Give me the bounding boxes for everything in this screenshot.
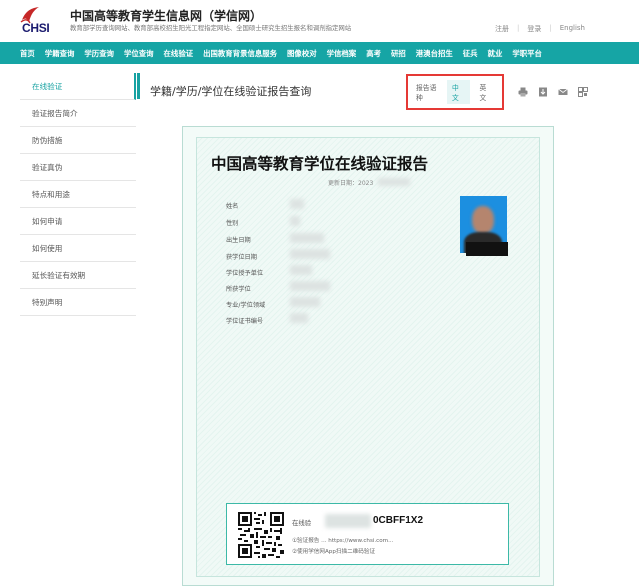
report-tools — [518, 87, 588, 97]
redacted-value — [290, 249, 330, 259]
redacted-value — [290, 281, 330, 291]
redacted-value — [290, 313, 308, 323]
nav-item-gaokao[interactable]: 高考 — [366, 48, 381, 59]
sidebar-item-special-statement[interactable]: 特别声明 — [20, 289, 136, 316]
field-label-gender: 性别 — [226, 220, 239, 227]
field-label-cert-number: 学位证书编号 — [226, 318, 264, 325]
language-label: 报告语种 — [416, 84, 437, 102]
nav-item-degree-query[interactable]: 学位查询 — [124, 48, 154, 59]
redacted-value — [290, 216, 300, 226]
nav-item-employment[interactable]: 就业 — [488, 48, 503, 59]
report-title: 中国高等教育学位在线验证报告 — [210, 155, 428, 173]
nav-item-conscription[interactable]: 征兵 — [463, 48, 478, 59]
active-indicator — [137, 73, 140, 99]
nav-item-online-verify[interactable]: 在线验证 — [164, 48, 194, 59]
site-subtitle: 教育部学历查询网站、教育部高校招生阳光工程指定网站、全国硕士研究生招生报名和调剂… — [70, 24, 352, 32]
redacted-date — [378, 178, 410, 186]
page-title: 学籍/学历/学位在线验证报告查询 — [150, 85, 312, 98]
download-icon[interactable] — [538, 87, 548, 97]
redacted-code-part — [325, 514, 371, 528]
field-label-major: 专业/学位领域 — [226, 302, 266, 309]
online-verification-box: 在线验 0CBFF1X2 ①验证报告 ... https://www.chsi.… — [226, 503, 509, 565]
login-link[interactable]: 登录 — [527, 24, 541, 34]
photo-face-blurred — [472, 206, 494, 234]
divider: | — [549, 24, 552, 32]
sidebar-item-how-to-apply[interactable]: 如何申请 — [20, 208, 136, 235]
print-icon[interactable] — [518, 87, 528, 97]
redacted-value — [290, 199, 304, 209]
field-label-degree: 所获学位 — [226, 286, 251, 293]
nav-item-photo-check[interactable]: 图像校对 — [287, 48, 317, 59]
nav-item-hk-mo-tw[interactable]: 港澳台招生 — [416, 48, 453, 59]
chsi-logo[interactable]: CHSI — [18, 6, 66, 35]
nav-item-career-platform[interactable]: 学职平台 — [512, 48, 542, 59]
english-link[interactable]: English — [560, 24, 585, 34]
qrcode-icon[interactable] — [578, 87, 588, 97]
sidebar-item-report-intro[interactable]: 验证报告简介 — [20, 100, 136, 127]
verify-code-label: 在线验 — [292, 519, 312, 527]
sidebar-item-extend-validity[interactable]: 延长验证有效期 — [20, 262, 136, 289]
qrcode-image — [238, 512, 284, 558]
main-nav: 首页 学籍查询 学历查询 学位查询 在线验证 出国教育背景信息服务 图像校对 学… — [0, 42, 639, 64]
verify-instruction-web: ①验证报告 ... https://www.chsi.com... — [292, 538, 394, 544]
language-option-chinese[interactable]: 中文 — [447, 80, 470, 104]
field-label-name: 姓名 — [226, 203, 239, 210]
logo-text: CHSI — [22, 21, 50, 35]
redacted-value — [290, 233, 324, 243]
top-links: 注册 | 登录 | English — [495, 24, 585, 34]
photo-redaction-bar — [466, 242, 508, 256]
mail-icon[interactable] — [558, 87, 568, 97]
nav-item-enrollment-query[interactable]: 学籍查询 — [45, 48, 75, 59]
site-header: CHSI 中国高等教育学生信息网（学信网） 教育部学历查询网站、教育部高校招生阳… — [0, 0, 639, 42]
sidebar-item-anti-fake[interactable]: 防伪措施 — [20, 127, 136, 154]
register-link[interactable]: 注册 — [495, 24, 509, 34]
sidebar-item-how-to-use[interactable]: 如何使用 — [20, 235, 136, 262]
nav-item-yanzhao[interactable]: 研招 — [391, 48, 406, 59]
field-label-birth-date: 出生日期 — [226, 237, 251, 244]
site-title: 中国高等教育学生信息网（学信网） — [70, 9, 263, 23]
nav-item-degree-cert-query[interactable]: 学历查询 — [84, 48, 114, 59]
redacted-value — [290, 265, 312, 275]
nav-item-home[interactable]: 首页 — [20, 48, 35, 59]
field-label-degree-date: 获学位日期 — [226, 254, 257, 261]
sidebar-item-features[interactable]: 特点和用途 — [20, 181, 136, 208]
language-option-english[interactable]: 英文 — [475, 80, 498, 104]
field-label-awarding-unit: 学位授予单位 — [226, 270, 264, 277]
language-selector: 报告语种 中文 英文 — [406, 74, 504, 110]
sidebar: 在线验证 验证报告简介 防伪措施 验证真伪 特点和用途 如何申请 如何使用 延长… — [20, 73, 136, 316]
report-update-date: 更新日期：2023 — [328, 180, 374, 187]
verify-instruction-app: ②使用学信网App扫描二维码验证 — [292, 549, 376, 555]
nav-item-overseas-service[interactable]: 出国教育背景信息服务 — [203, 48, 277, 59]
divider: | — [517, 24, 520, 32]
nav-item-archive[interactable]: 学信档案 — [327, 48, 357, 59]
sidebar-item-online-verify[interactable]: 在线验证 — [20, 73, 136, 100]
redacted-value — [290, 297, 320, 307]
verify-code[interactable]: 0CBFF1X2 — [373, 515, 423, 526]
